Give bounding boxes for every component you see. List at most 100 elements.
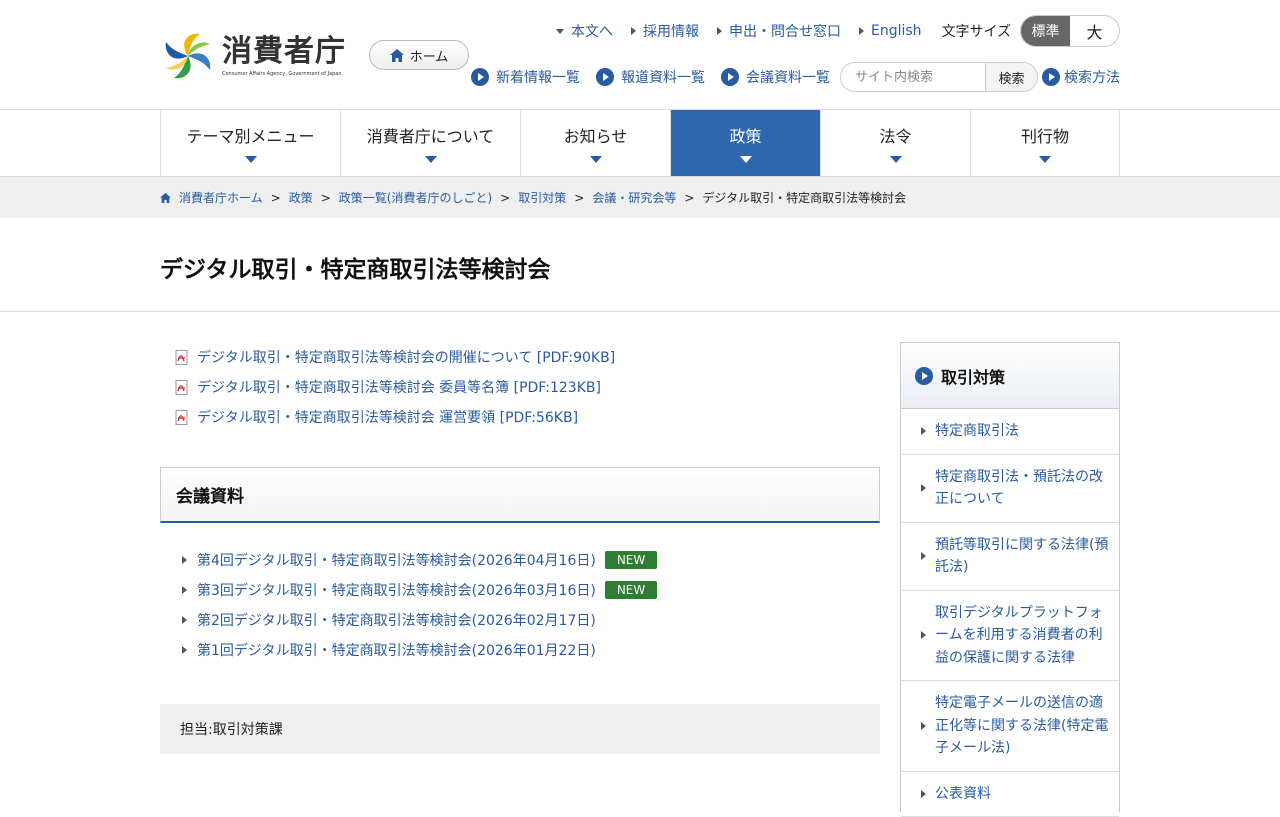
pdf-icon: [175, 380, 190, 395]
font-size-toggle: 標準 大: [1020, 15, 1120, 47]
site-search: 検索: [840, 62, 1038, 92]
english-link[interactable]: English: [859, 23, 922, 39]
caret-down-icon: [1039, 156, 1051, 163]
search-help-link[interactable]: 検索方法: [1042, 67, 1120, 87]
page-title: デジタル取引・特定商取引法等検討会: [160, 250, 551, 284]
circle-arrow-icon: [1042, 68, 1060, 86]
arrow-right-icon: [921, 427, 926, 435]
site-logo[interactable]: 消費者庁 Consumer Affairs Agency, Government…: [160, 30, 346, 82]
list-item: デジタル取引・特定商取引法等検討会の開催について [PDF:90KB]: [175, 342, 880, 372]
search-button[interactable]: 検索: [985, 63, 1037, 91]
logo-subtitle: Consumer Affairs Agency, Government of J…: [222, 71, 346, 77]
pdf-link[interactable]: デジタル取引・特定商取引法等検討会 委員等名簿 [PDF:123KB]: [197, 377, 601, 397]
logo-title: 消費者庁: [222, 35, 346, 69]
caret-down-icon: [245, 156, 257, 163]
list-item: デジタル取引・特定商取引法等検討会 委員等名簿 [PDF:123KB]: [175, 372, 880, 402]
breadcrumb-separator: >: [271, 191, 281, 205]
side-nav-heading[interactable]: 取引対策: [901, 343, 1119, 409]
meeting-link[interactable]: 第2回デジタル取引・特定商取引法等検討会(2026年02月17日): [197, 610, 596, 630]
arrow-right-icon: [182, 556, 187, 564]
breadcrumb-policy[interactable]: 政策: [289, 189, 313, 206]
gnav-laws[interactable]: 法令: [821, 110, 971, 176]
gnav-news[interactable]: お知らせ: [521, 110, 671, 176]
circle-arrow-icon: [721, 68, 739, 86]
pdf-list: デジタル取引・特定商取引法等検討会の開催について [PDF:90KB] デジタル…: [175, 342, 880, 432]
section-heading: 会議資料: [160, 467, 880, 523]
circle-arrow-icon: [915, 367, 933, 385]
side-nav-item[interactable]: 取引デジタルプラットフォームを利用する消費者の利益の保護に関する法律: [901, 591, 1119, 682]
breadcrumb-meetings[interactable]: 会議・研究会等: [592, 189, 676, 206]
list-item: 第2回デジタル取引・特定商取引法等検討会(2026年02月17日): [182, 605, 880, 635]
caret-down-icon: [425, 156, 437, 163]
list-item: デジタル取引・特定商取引法等検討会 運営要領 [PDF:56KB]: [175, 402, 880, 432]
arrow-right-icon: [859, 27, 864, 35]
pdf-icon: [175, 410, 190, 425]
gnav-policy[interactable]: 政策: [671, 110, 821, 176]
side-nav-item[interactable]: 預託等取引に関する法律(預託法): [901, 523, 1119, 591]
list-item: 第3回デジタル取引・特定商取引法等検討会(2026年03月16日) NEW: [182, 575, 880, 605]
search-input[interactable]: [841, 63, 985, 91]
recruit-link[interactable]: 採用情報: [631, 21, 699, 41]
breadcrumb-separator: >: [574, 191, 584, 205]
site-header: 消費者庁 Consumer Affairs Agency, Government…: [0, 0, 1280, 110]
skip-to-content-link[interactable]: 本文へ: [556, 21, 613, 41]
circle-arrow-icon: [596, 68, 614, 86]
breadcrumb-current: デジタル取引・特定商取引法等検討会: [702, 189, 906, 206]
caret-down-icon: [590, 156, 602, 163]
contact-link[interactable]: 申出・問合せ窓口: [717, 21, 841, 41]
breadcrumb: 消費者庁ホーム > 政策 > 政策一覧(消費者庁のしごと) > 取引対策 > 会…: [160, 189, 906, 206]
pdf-link[interactable]: デジタル取引・特定商取引法等検討会 運営要領 [PDF:56KB]: [197, 407, 578, 427]
gnav-publications[interactable]: 刊行物: [971, 110, 1120, 176]
caret-down-icon: [740, 156, 752, 163]
arrow-right-icon: [921, 552, 926, 560]
side-nav-item[interactable]: 特定電子メールの送信の適正化等に関する法律(特定電子メール法): [901, 681, 1119, 772]
side-nav-item[interactable]: 公表資料: [901, 772, 1119, 817]
breadcrumb-home[interactable]: 消費者庁ホーム: [179, 189, 263, 206]
meeting-link[interactable]: 第4回デジタル取引・特定商取引法等検討会(2026年04月16日): [197, 550, 596, 570]
meeting-link[interactable]: 第1回デジタル取引・特定商取引法等検討会(2026年01月22日): [197, 640, 596, 660]
side-nav: 取引対策 特定商取引法 特定商取引法・預託法の改正について 預託等取引に関する法…: [900, 342, 1120, 812]
arrow-right-icon: [182, 646, 187, 654]
pdf-link[interactable]: デジタル取引・特定商取引法等検討会の開催について [PDF:90KB]: [197, 347, 615, 367]
new-badge: NEW: [605, 581, 657, 599]
main-content: デジタル取引・特定商取引法等検討会の開催について [PDF:90KB] デジタル…: [160, 342, 880, 754]
arrow-right-icon: [921, 484, 926, 492]
side-nav-item[interactable]: 特定商取引法・預託法の改正について: [901, 455, 1119, 523]
gnav-theme-menu[interactable]: テーマ別メニュー: [161, 110, 341, 176]
arrow-right-icon: [921, 722, 926, 730]
house-icon: [390, 49, 404, 62]
new-badge: NEW: [605, 551, 657, 569]
arrow-right-icon: [921, 790, 926, 798]
arrow-right-icon: [717, 27, 722, 35]
arrow-right-icon: [182, 586, 187, 594]
circle-arrow-icon: [471, 68, 489, 86]
font-size-label: 文字サイズ: [942, 21, 1012, 41]
breadcrumb-policy-list[interactable]: 政策一覧(消費者庁のしごと): [339, 189, 492, 206]
breadcrumb-separator: >: [321, 191, 331, 205]
font-size-large-button[interactable]: 大: [1070, 16, 1119, 46]
utility-links: 本文へ 採用情報 申出・問合せ窓口 English 文字サイズ 標準 大: [556, 21, 1021, 41]
arrow-right-icon: [921, 631, 926, 639]
font-size-standard-button[interactable]: 標準: [1021, 16, 1070, 46]
breadcrumb-separator: >: [684, 191, 694, 205]
breadcrumb-separator: >: [500, 191, 510, 205]
gnav-about[interactable]: 消費者庁について: [341, 110, 521, 176]
home-label: ホーム: [410, 46, 449, 65]
global-nav: テーマ別メニュー 消費者庁について お知らせ 政策 法令 刊行物: [160, 110, 1120, 176]
press-list-link[interactable]: 報道資料一覧: [596, 67, 705, 87]
breadcrumb-trade[interactable]: 取引対策: [518, 189, 566, 206]
meeting-link[interactable]: 第3回デジタル取引・特定商取引法等検討会(2026年03月16日): [197, 580, 596, 600]
caret-down-icon: [890, 156, 902, 163]
meeting-docs-link[interactable]: 会議資料一覧: [721, 67, 830, 87]
side-nav-item[interactable]: 特定商取引法: [901, 409, 1119, 455]
arrow-right-icon: [631, 27, 636, 35]
list-item: 第4回デジタル取引・特定商取引法等検討会(2026年04月16日) NEW: [182, 545, 880, 575]
chevron-down-icon: [556, 29, 564, 34]
logo-mark-icon: [160, 30, 216, 82]
house-icon: [160, 193, 171, 203]
news-list-link[interactable]: 新着情報一覧: [471, 67, 580, 87]
breadcrumb-bar: 消費者庁ホーム > 政策 > 政策一覧(消費者庁のしごと) > 取引対策 > 会…: [0, 176, 1280, 218]
pdf-icon: [175, 350, 190, 365]
home-button[interactable]: ホーム: [369, 40, 469, 70]
quick-links: 新着情報一覧 報道資料一覧 会議資料一覧: [471, 67, 846, 87]
